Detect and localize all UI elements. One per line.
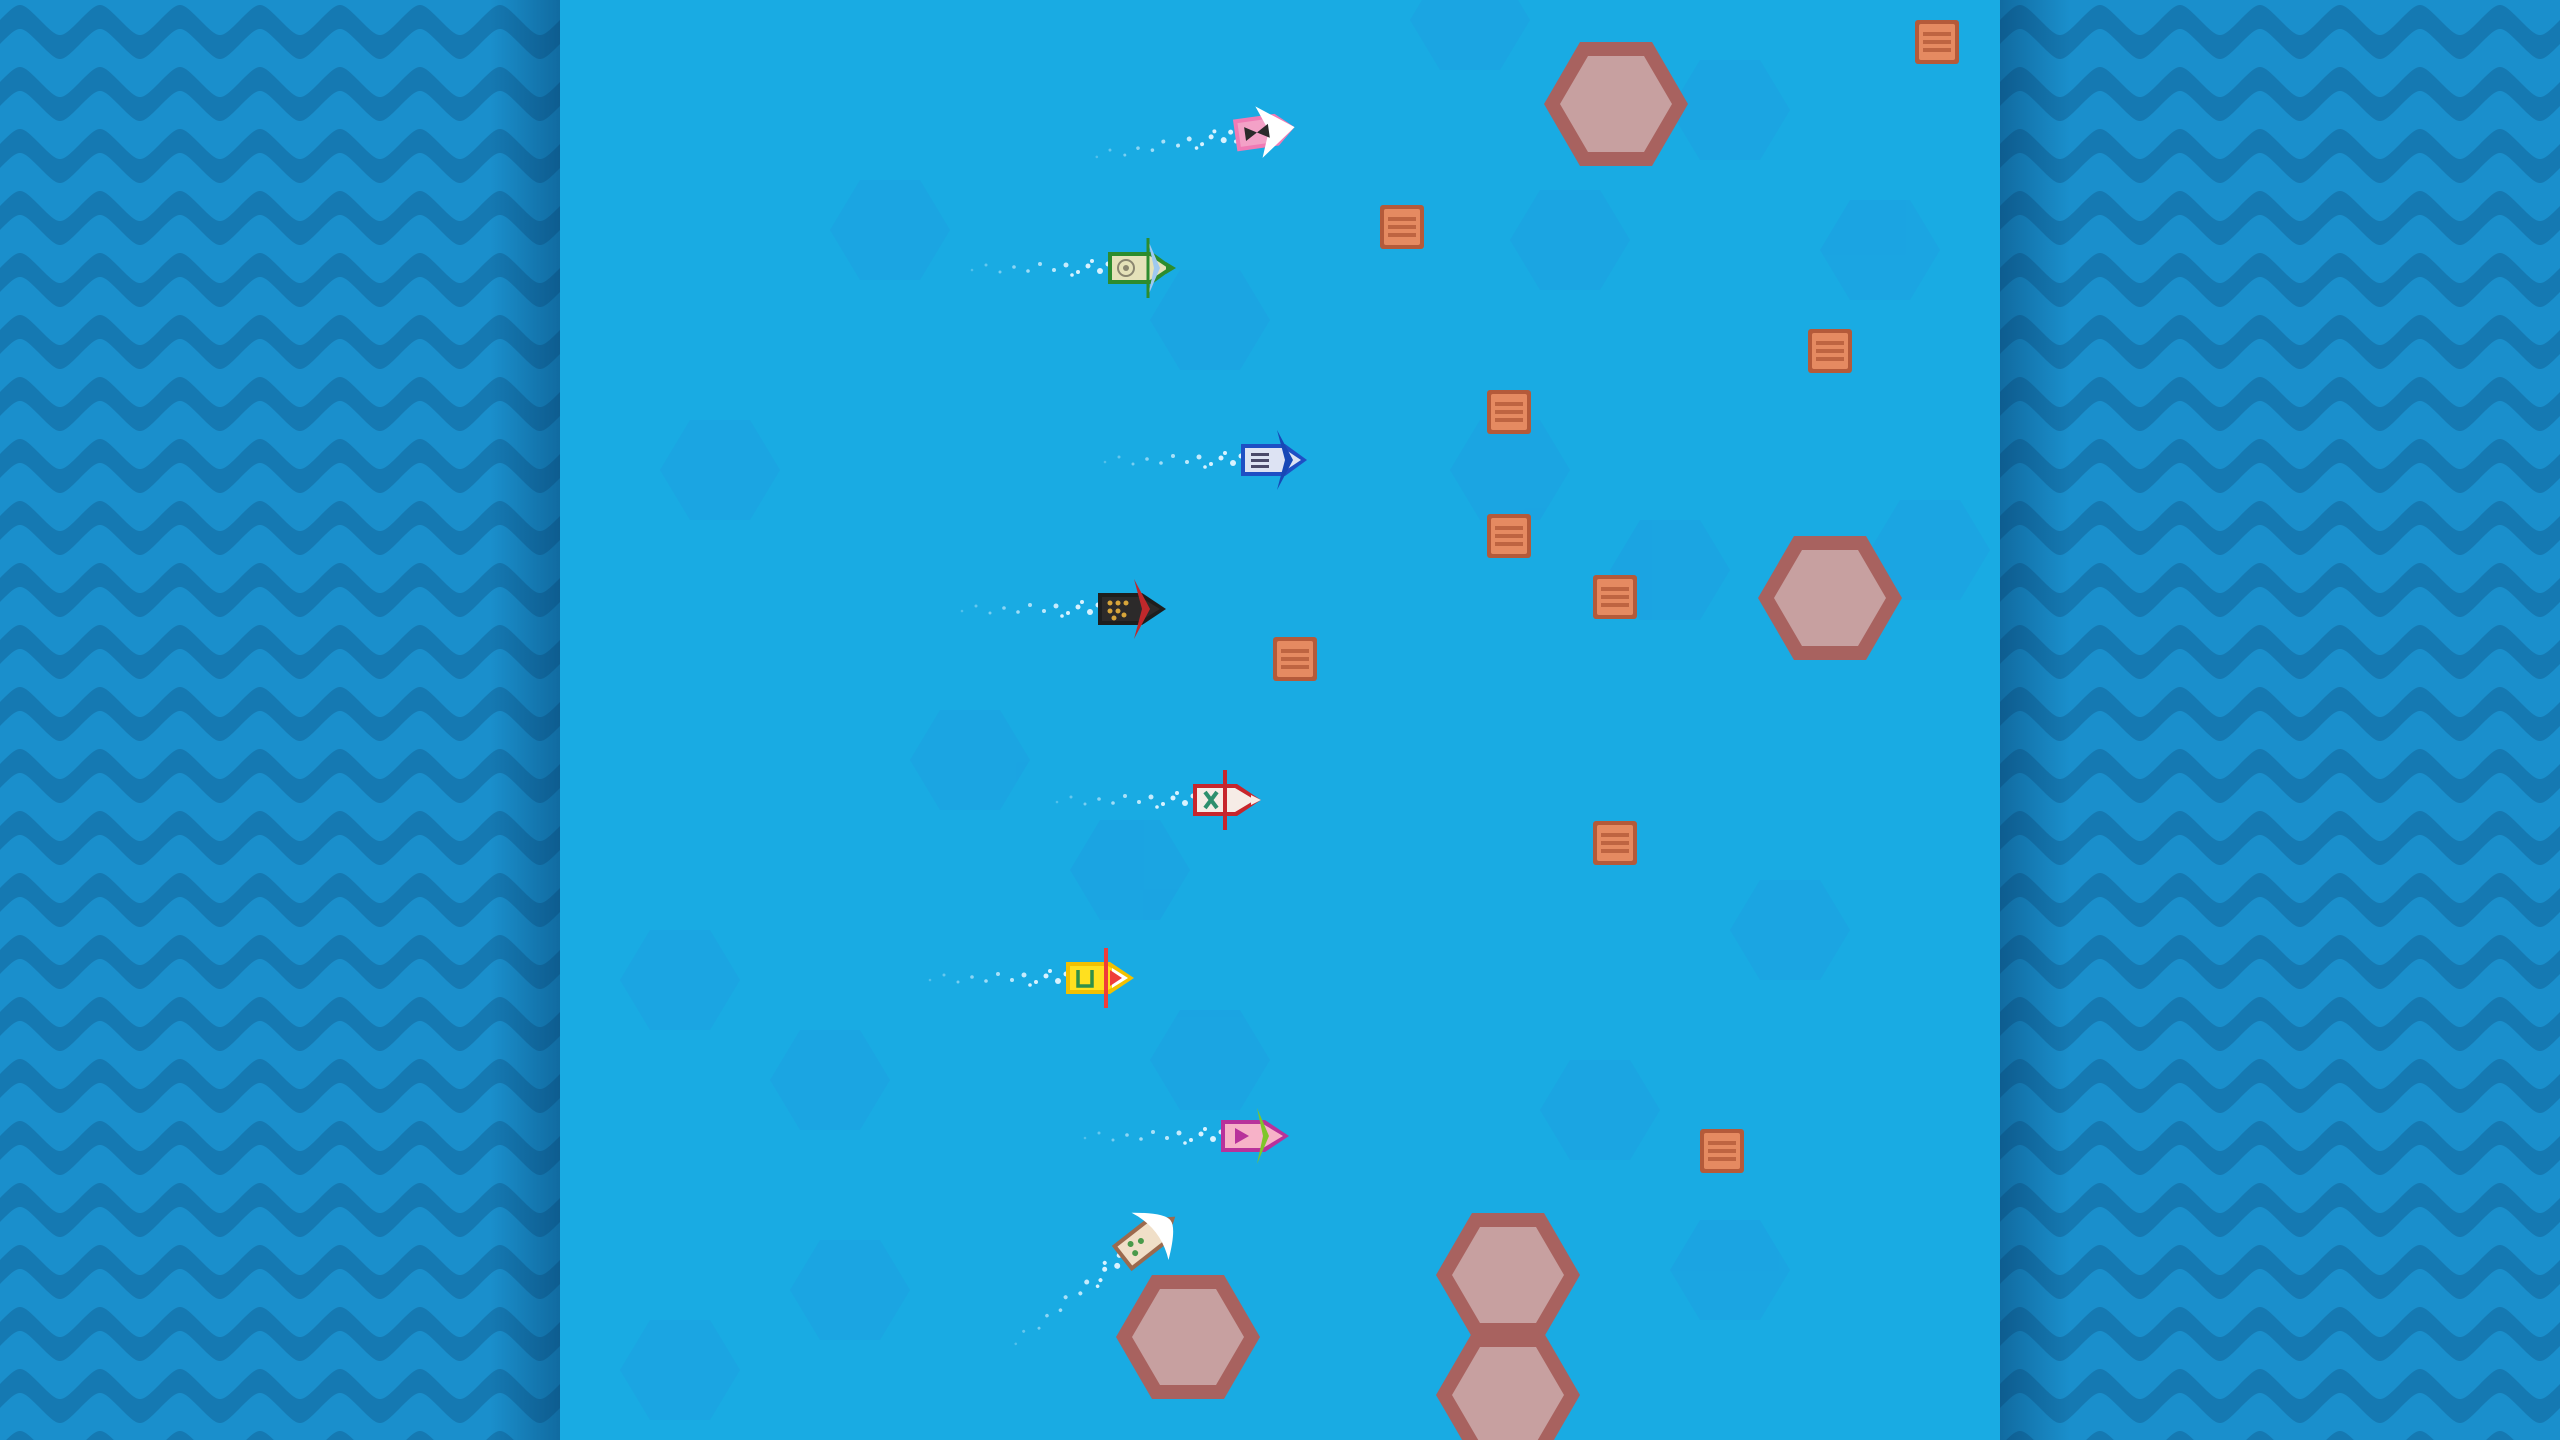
wooden-crate[interactable]	[1700, 1129, 1744, 1173]
rock-obstacle	[1116, 1275, 1260, 1399]
left-wave-pattern	[0, 0, 560, 1440]
rock-obstacle	[1436, 1333, 1580, 1440]
wooden-crate[interactable]	[1915, 20, 1959, 64]
water-play-area[interactable]	[560, 0, 2000, 1440]
hex-background	[620, 0, 1990, 1420]
wooden-crate[interactable]	[1380, 205, 1424, 249]
stripes-icon	[1251, 453, 1269, 468]
boat-blue[interactable]	[1103, 430, 1307, 490]
boat-green[interactable]	[970, 238, 1176, 298]
wooden-crate[interactable]	[1487, 390, 1531, 434]
wooden-crate[interactable]	[1808, 329, 1852, 373]
right-wave-pattern	[2000, 0, 2560, 1440]
left-wave-border	[0, 0, 560, 1440]
boat-pink[interactable]	[1092, 101, 1299, 181]
wooden-crate[interactable]	[1593, 575, 1637, 619]
wooden-crate[interactable]	[1593, 821, 1637, 865]
rock-obstacle	[1436, 1213, 1580, 1337]
rock-obstacle	[1544, 42, 1688, 166]
game-stage	[0, 0, 2560, 1440]
wooden-crate[interactable]	[1487, 514, 1531, 558]
boat-yellow[interactable]	[928, 948, 1134, 1008]
boat-black[interactable]	[960, 579, 1166, 639]
wooden-crate[interactable]	[1273, 637, 1317, 681]
game-canvas[interactable]	[560, 0, 2000, 1440]
right-wave-border	[2000, 0, 2560, 1440]
boat-magenta[interactable]	[1083, 1108, 1289, 1164]
